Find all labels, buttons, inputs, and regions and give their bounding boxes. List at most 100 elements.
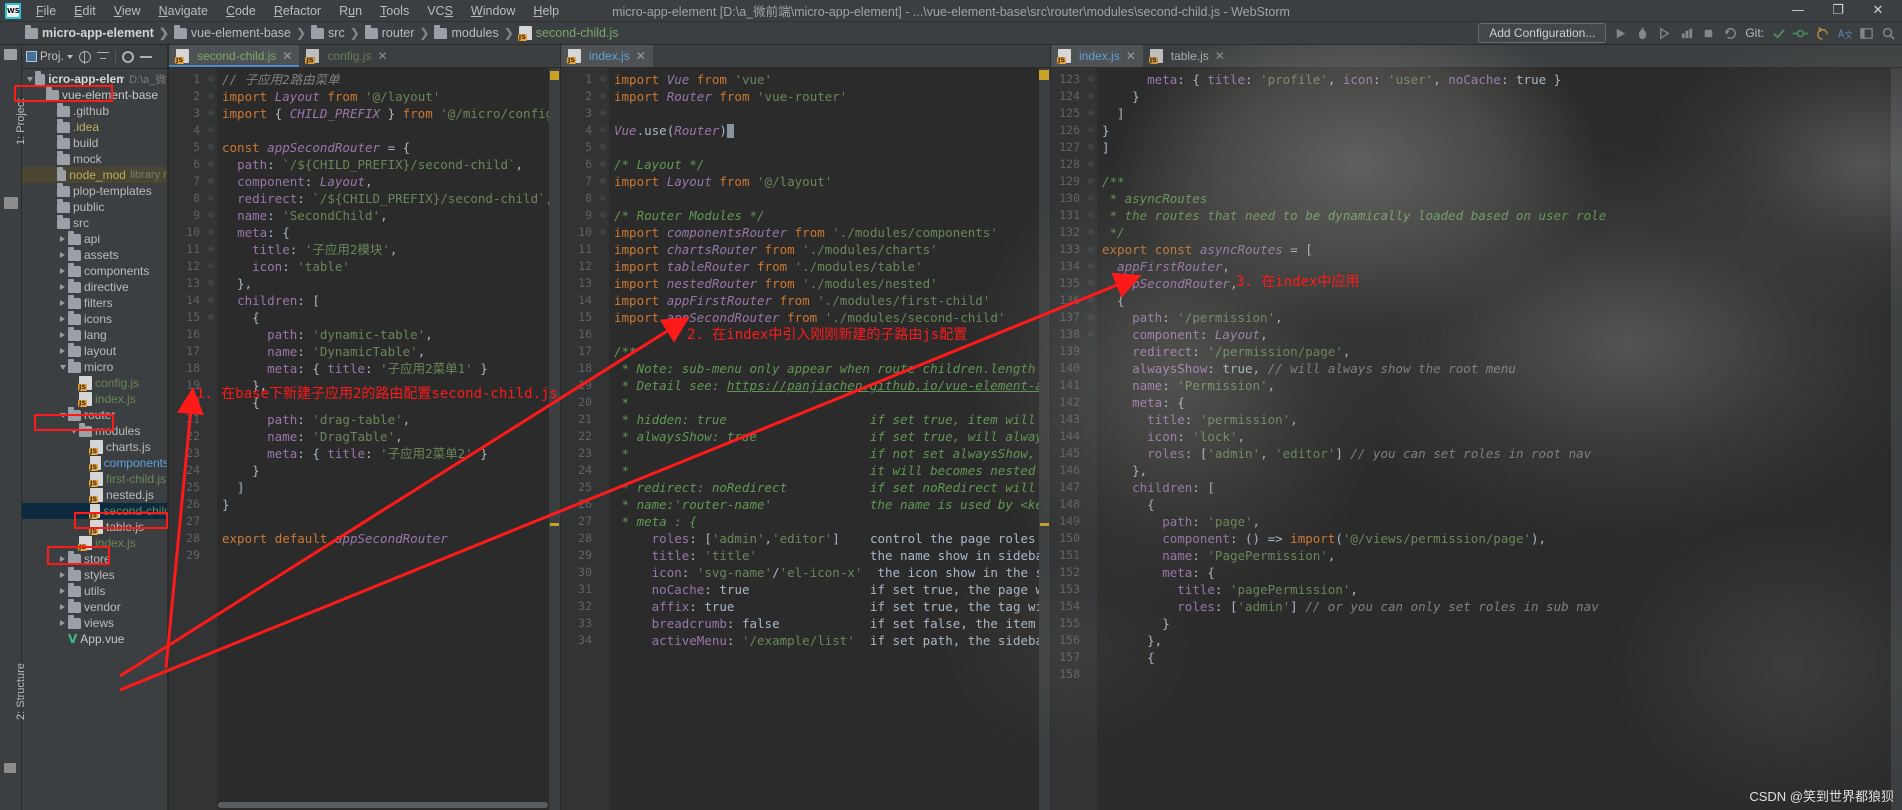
tree-item-plop-templates[interactable]: plop-templates	[22, 182, 167, 199]
chevron-right-icon[interactable]	[57, 284, 68, 290]
fold-marker[interactable]: ⊖	[597, 122, 609, 139]
tree-item-assets[interactable]: assets	[22, 246, 167, 263]
layout-icon[interactable]	[1859, 26, 1874, 41]
tree-item-build[interactable]: build	[22, 134, 167, 151]
tree-item-vendor[interactable]: vendor	[22, 598, 167, 615]
chevron-down-icon[interactable]	[24, 77, 35, 82]
menu-run[interactable]: Run	[330, 2, 371, 20]
tab-table-js[interactable]: table.js ✕	[1143, 45, 1232, 67]
breadcrumb-item-2[interactable]: src ❯	[311, 24, 365, 40]
fold-marker[interactable]: ⊖	[1085, 71, 1097, 88]
tree-item-public[interactable]: public	[22, 198, 167, 215]
tree-item-directive[interactable]: directive	[22, 278, 167, 295]
close-icon[interactable]: ✕	[1215, 49, 1225, 63]
menu-view[interactable]: View	[105, 2, 150, 20]
chevron-right-icon[interactable]	[57, 620, 68, 626]
translate-icon[interactable]: A文	[1837, 26, 1854, 41]
breadcrumb-item-1[interactable]: vue-element-base ❯	[173, 24, 311, 40]
structure-tool-icon[interactable]	[4, 763, 16, 773]
chevron-right-icon[interactable]	[57, 236, 68, 242]
menu-window[interactable]: Window	[462, 2, 524, 20]
fold-marker[interactable]: ⊖	[205, 105, 217, 122]
marker-column-2[interactable]	[1039, 68, 1050, 810]
fold-marker[interactable]: ⊖	[1085, 105, 1097, 122]
chevron-right-icon[interactable]	[57, 252, 68, 258]
fold-marker[interactable]: ⊖	[1085, 224, 1097, 241]
tree-item-modules[interactable]: modules	[22, 422, 167, 439]
check-icon[interactable]	[1771, 26, 1786, 41]
fold-marker[interactable]: ⊖	[205, 224, 217, 241]
tree-item-index-js[interactable]: index.js	[22, 535, 167, 551]
tree-item-icons[interactable]: icons	[22, 310, 167, 327]
chevron-down-icon[interactable]	[57, 413, 68, 418]
tab-config-js[interactable]: config.js ✕	[299, 45, 394, 67]
fold-marker[interactable]: ⊖	[597, 105, 609, 122]
tree-item-first-child-js[interactable]: first-child.js	[22, 471, 167, 487]
add-configuration-button[interactable]: Add Configuration...	[1478, 23, 1607, 43]
tree-item--idea[interactable]: .idea	[22, 118, 167, 135]
tree-item--github[interactable]: .github	[22, 102, 167, 119]
tree-item-micro[interactable]: micro	[22, 358, 167, 375]
breadcrumb-item-3[interactable]: router ❯	[364, 24, 435, 40]
favorites-icon[interactable]	[4, 197, 18, 209]
fold-marker[interactable]: ⊖	[597, 190, 609, 207]
tree-item-views[interactable]: views	[22, 614, 167, 631]
fold-marker[interactable]: ⊖	[1085, 275, 1097, 292]
horizontal-scrollbar[interactable]	[218, 802, 548, 808]
code-area-3[interactable]: 123 124 125 126 127 128 129 130 131 132 133 134 135 1…	[1051, 68, 1902, 810]
chevron-right-icon[interactable]	[57, 572, 68, 578]
fold-marker[interactable]: ⊖	[205, 258, 217, 275]
fold-marker[interactable]: ⊖	[1085, 309, 1097, 326]
fold-marker[interactable]: ⊖	[597, 156, 609, 173]
tree-item-components[interactable]: components	[22, 262, 167, 279]
chevron-down-icon[interactable]	[57, 365, 68, 370]
tree-item-api[interactable]: api	[22, 230, 167, 247]
hide-panel-icon[interactable]	[139, 55, 152, 58]
fold-marker[interactable]: ⊖	[1085, 190, 1097, 207]
tree-item-vue-element-base[interactable]: vue-element-base	[22, 86, 167, 103]
fold-marker[interactable]: ⊖	[205, 241, 217, 258]
marker-column-1[interactable]	[549, 68, 560, 810]
tree-item-mock[interactable]: mock	[22, 150, 167, 167]
collapse-all-icon[interactable]	[96, 51, 109, 63]
fold-marker[interactable]: ⊖	[205, 139, 217, 156]
project-file-tree[interactable]: icro-app-element D:\a_微前 vue-element-base.…	[22, 69, 167, 810]
menu-file[interactable]: File	[27, 2, 65, 20]
fold-marker[interactable]: ⊖	[1085, 241, 1097, 258]
project-tool-icon[interactable]	[4, 49, 17, 60]
rollback-icon[interactable]	[1815, 26, 1830, 41]
chevron-right-icon[interactable]	[57, 300, 68, 306]
menu-edit[interactable]: Edit	[65, 2, 105, 20]
tree-item-charts-js[interactable]: charts.js	[22, 439, 167, 455]
fold-marker[interactable]: ⊖	[205, 292, 217, 309]
chevron-right-icon[interactable]	[57, 316, 68, 322]
run-icon[interactable]	[1613, 26, 1628, 41]
search-icon[interactable]	[1881, 26, 1896, 41]
coverage-icon[interactable]	[1657, 26, 1672, 41]
fold-gutter-1[interactable]: ⊖ ⊖ ⊖ ⊖ ⊖ ⊖ ⊖ ⊖ ⊖ ⊖ ⊖ ⊖ ⊖ ⊖ ⊖	[205, 68, 217, 810]
chevron-right-icon[interactable]	[57, 604, 68, 610]
tab-second-child-js[interactable]: second-child.js ✕	[169, 45, 300, 67]
fold-marker[interactable]: ⊖	[1085, 156, 1097, 173]
fold-marker[interactable]: ⊖	[1085, 173, 1097, 190]
tree-item-app-vue[interactable]: V App.vue	[22, 631, 167, 647]
code-content-2[interactable]: import Vue from 'vue' import Router from …	[609, 68, 1050, 810]
fold-marker[interactable]: ⊖	[205, 122, 217, 139]
fold-marker[interactable]: ⊖	[1085, 139, 1097, 156]
chevron-right-icon[interactable]	[57, 556, 68, 562]
menu-help[interactable]: Help	[524, 2, 568, 20]
tree-item-table-js[interactable]: table.js	[22, 519, 167, 535]
fold-marker[interactable]: ⊖	[597, 173, 609, 190]
fold-marker[interactable]: ⊖	[1085, 207, 1097, 224]
tree-item-components-js[interactable]: components.js	[22, 455, 167, 471]
chevron-right-icon[interactable]	[57, 348, 68, 354]
tree-item-lang[interactable]: lang	[22, 326, 167, 343]
close-icon[interactable]: ✕	[1126, 49, 1136, 63]
menu-tools[interactable]: Tools	[371, 2, 418, 20]
close-icon[interactable]: ✕	[1858, 0, 1898, 22]
tree-item-second-child-js[interactable]: second-child.js	[22, 503, 167, 519]
vcs-update-icon[interactable]	[1723, 26, 1738, 41]
fold-gutter-3[interactable]: ⊖ ⊖ ⊖ ⊖ ⊖ ⊖ ⊖ ⊖ ⊖ ⊖ ⊖ ⊖ ⊖ ⊖ ⊖ ⊖	[1085, 68, 1097, 810]
tree-item-styles[interactable]: styles	[22, 566, 167, 583]
profile-icon[interactable]	[1679, 26, 1694, 41]
